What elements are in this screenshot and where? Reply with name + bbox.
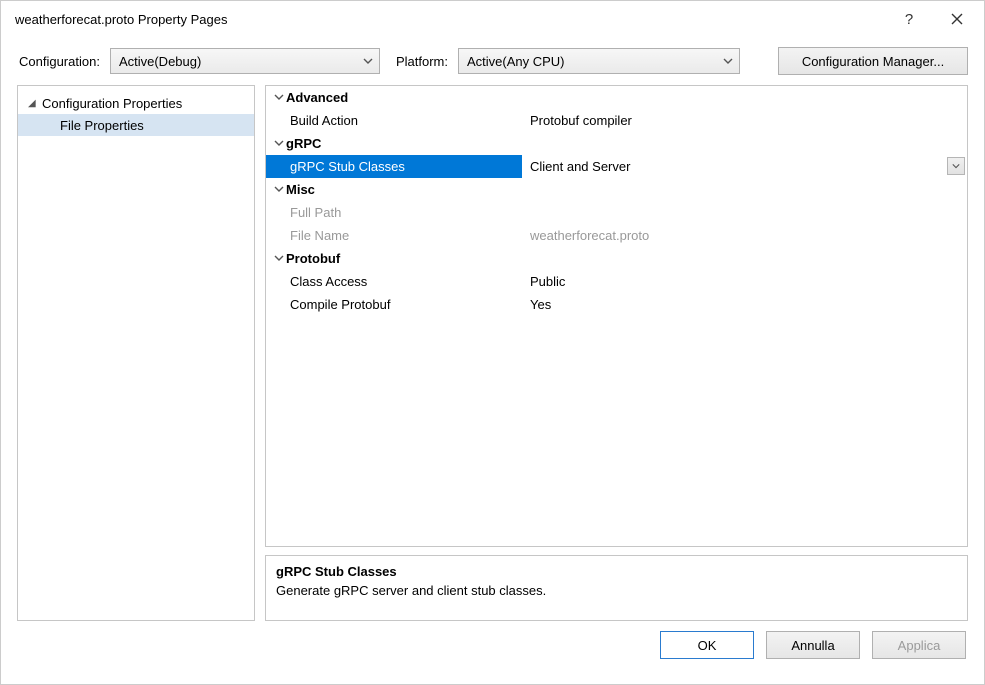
- property-row[interactable]: Full Path: [266, 201, 967, 224]
- property-row[interactable]: Compile ProtobufYes: [266, 293, 967, 316]
- property-value: weatherforecat.proto: [522, 224, 967, 247]
- tree-child-label: File Properties: [60, 118, 144, 133]
- window-title: weatherforecat.proto Property Pages: [15, 12, 227, 27]
- tree-root-configuration-properties[interactable]: ◢ Configuration Properties: [18, 92, 254, 114]
- tree-root-label: Configuration Properties: [42, 96, 182, 111]
- platform-value: Active(Any CPU): [467, 54, 565, 69]
- category-label: Misc: [286, 182, 315, 197]
- property-grid[interactable]: AdvancedBuild ActionProtobuf compilergRP…: [265, 85, 968, 547]
- chevron-down-icon: [272, 184, 286, 194]
- chevron-down-icon: [723, 56, 733, 66]
- right-column: AdvancedBuild ActionProtobuf compilergRP…: [265, 85, 968, 621]
- chevron-down-icon: [363, 56, 373, 66]
- cancel-button[interactable]: Annulla: [766, 631, 860, 659]
- tree-expand-icon: ◢: [28, 98, 38, 109]
- property-row[interactable]: Class AccessPublic: [266, 270, 967, 293]
- category-label: gRPC: [286, 136, 321, 151]
- property-value[interactable]: Public: [522, 270, 967, 293]
- configuration-manager-button[interactable]: Configuration Manager...: [778, 47, 968, 75]
- tree-item-file-properties[interactable]: File Properties: [18, 114, 254, 136]
- property-value[interactable]: Yes: [522, 293, 967, 316]
- help-button[interactable]: ?: [894, 7, 924, 31]
- title-bar: weatherforecat.proto Property Pages ?: [1, 1, 984, 37]
- dialog-button-bar: OK Annulla Applica: [1, 621, 984, 659]
- platform-combo[interactable]: Active(Any CPU): [458, 48, 740, 74]
- category-tree[interactable]: ◢ Configuration Properties File Properti…: [17, 85, 255, 621]
- description-text: Generate gRPC server and client stub cla…: [276, 583, 957, 598]
- property-name: Class Access: [266, 270, 522, 293]
- property-name: gRPC Stub Classes: [266, 155, 522, 178]
- chevron-down-icon: [272, 92, 286, 102]
- configuration-combo[interactable]: Active(Debug): [110, 48, 380, 74]
- property-name: Compile Protobuf: [266, 293, 522, 316]
- configuration-value: Active(Debug): [119, 54, 201, 69]
- close-button[interactable]: [942, 7, 972, 31]
- category-label: Advanced: [286, 90, 348, 105]
- category-header[interactable]: Advanced: [266, 86, 967, 109]
- configuration-bar: Configuration: Active(Debug) Platform: A…: [1, 37, 984, 85]
- property-name: Build Action: [266, 109, 522, 132]
- ok-button[interactable]: OK: [660, 631, 754, 659]
- window-controls: ?: [894, 7, 972, 31]
- category-header[interactable]: Protobuf: [266, 247, 967, 270]
- property-name: Full Path: [266, 201, 522, 224]
- property-value: [522, 201, 967, 224]
- platform-label: Platform:: [396, 54, 448, 69]
- main-area: ◢ Configuration Properties File Properti…: [1, 85, 984, 621]
- property-row[interactable]: gRPC Stub ClassesClient and Server: [266, 155, 967, 178]
- property-value[interactable]: Protobuf compiler: [522, 109, 967, 132]
- property-dropdown-button[interactable]: [947, 157, 965, 175]
- configuration-label: Configuration:: [19, 54, 100, 69]
- category-header[interactable]: gRPC: [266, 132, 967, 155]
- property-row[interactable]: Build ActionProtobuf compiler: [266, 109, 967, 132]
- category-header[interactable]: Misc: [266, 178, 967, 201]
- category-label: Protobuf: [286, 251, 340, 266]
- chevron-down-icon: [272, 138, 286, 148]
- apply-button[interactable]: Applica: [872, 631, 966, 659]
- description-title: gRPC Stub Classes: [276, 564, 957, 579]
- property-row[interactable]: File Nameweatherforecat.proto: [266, 224, 967, 247]
- description-panel: gRPC Stub Classes Generate gRPC server a…: [265, 555, 968, 621]
- property-value[interactable]: Client and Server: [522, 155, 967, 178]
- chevron-down-icon: [272, 253, 286, 263]
- property-name: File Name: [266, 224, 522, 247]
